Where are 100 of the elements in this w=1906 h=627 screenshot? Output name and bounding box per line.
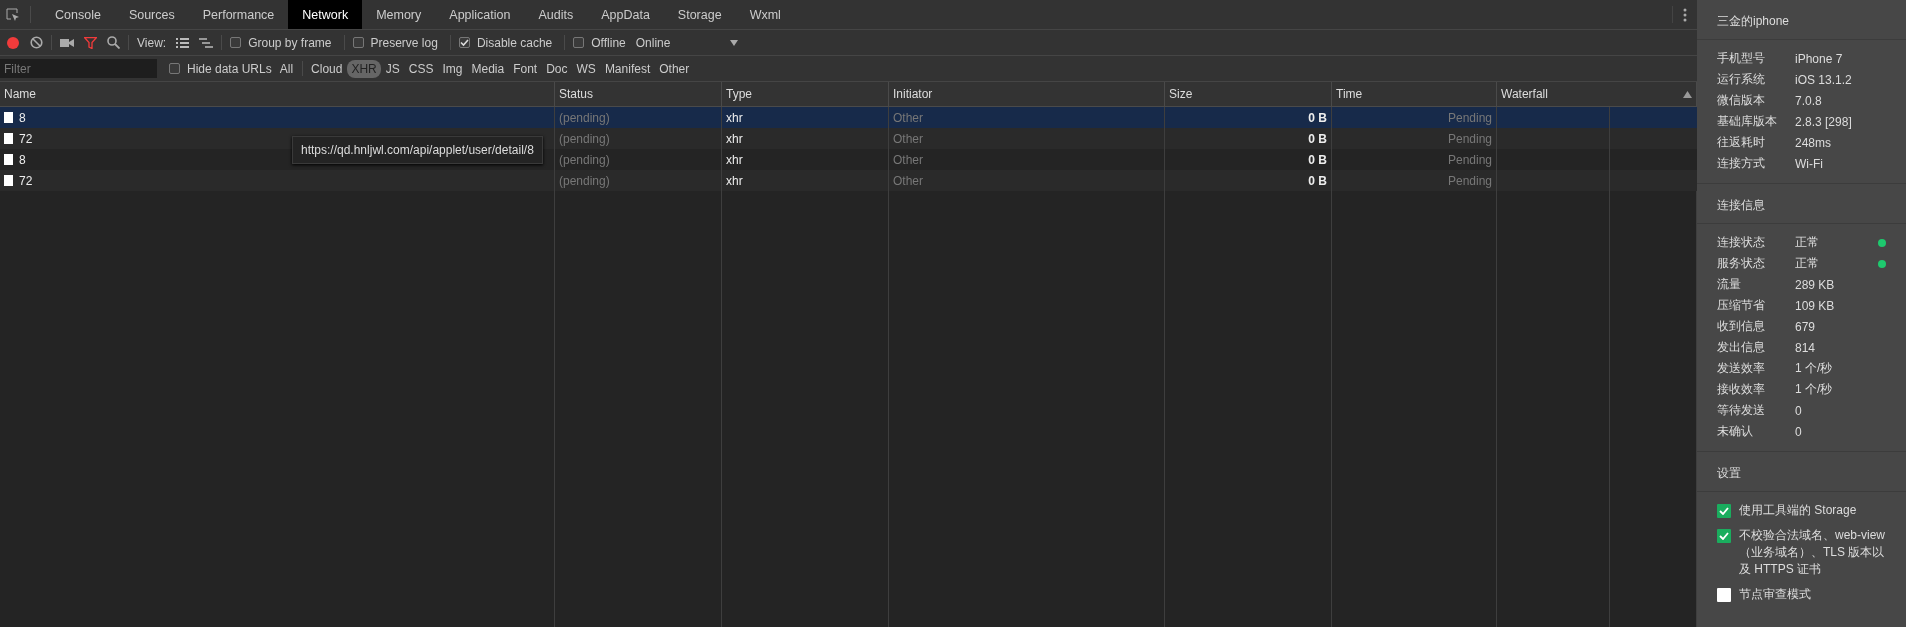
request-name[interactable]: 8 [19, 110, 26, 125]
info-label: 收到信息 [1717, 318, 1766, 335]
view-label: View: [137, 35, 167, 50]
check-icon [459, 38, 469, 47]
table-cell: Pending [1447, 110, 1492, 125]
record-icon[interactable] [6, 35, 20, 50]
table-cell: Other [893, 173, 923, 188]
request-name[interactable]: 8 [19, 152, 26, 167]
tab[interactable]: Sources [114, 0, 189, 29]
info-value: 814 [1795, 340, 1817, 355]
checkbox[interactable] [169, 63, 180, 74]
info-value: 1 个/秒 [1795, 360, 1834, 377]
device-title: 三金的iphone [1697, 0, 1906, 40]
clear-icon[interactable] [30, 36, 43, 49]
info-label: 往返耗时 [1717, 134, 1766, 151]
camera-icon[interactable] [60, 37, 74, 48]
tab[interactable]: Performance [188, 0, 289, 29]
table-cell: Pending [1447, 173, 1492, 188]
table-row[interactable]: 8 (pending) xhr Other 0 B Pending [0, 107, 1697, 128]
tab[interactable]: Wxml [735, 0, 795, 29]
checkbox[interactable] [1717, 504, 1731, 518]
info-value: 0 [1795, 424, 1803, 439]
dropdown-caret-icon[interactable] [730, 39, 739, 46]
info-value: 0 [1795, 403, 1803, 418]
info-label: 流量 [1717, 276, 1742, 293]
tab[interactable]: AppData [587, 0, 664, 29]
option-label: Preserve log [370, 35, 438, 50]
table-cell: xhr [726, 152, 743, 167]
info-value: 679 [1795, 319, 1817, 334]
tab[interactable]: Network [288, 0, 363, 29]
inspect-icon[interactable] [6, 7, 20, 22]
info-label: 接收效率 [1717, 381, 1766, 398]
info-value: Wi-Fi [1795, 156, 1824, 171]
type-filter-button[interactable]: JS [381, 59, 404, 78]
table-row[interactable]: 72 (pending) xhr Other 0 B Pending [0, 170, 1697, 191]
info-value: iOS 13.1.2 [1795, 72, 1853, 87]
tab[interactable]: Audits [524, 0, 588, 29]
option-label: Offline [591, 35, 626, 50]
info-label: 连接方式 [1717, 155, 1766, 172]
type-filter-button[interactable]: Doc [542, 59, 572, 78]
overview-icon[interactable] [199, 37, 214, 48]
tab[interactable]: Storage [663, 0, 736, 29]
info-label: 发送效率 [1717, 360, 1766, 377]
checkbox[interactable] [573, 37, 585, 48]
tab[interactable]: Console [41, 0, 115, 29]
type-filter-button[interactable]: Cloud [307, 59, 347, 78]
table-cell: xhr [726, 110, 743, 125]
checkbox[interactable] [352, 37, 364, 48]
column-header[interactable]: Initiator [893, 87, 933, 101]
info-label: 压缩节省 [1717, 297, 1766, 314]
search-icon[interactable] [107, 36, 120, 49]
type-filter-button[interactable]: Manifest [600, 59, 655, 78]
type-filter-button[interactable]: Other [655, 59, 694, 78]
request-name[interactable]: 72 [19, 131, 33, 146]
file-icon [4, 175, 13, 186]
checkbox[interactable] [1717, 529, 1731, 543]
table-cell: Pending [1447, 152, 1492, 167]
tab[interactable]: Application [435, 0, 525, 29]
info-value: 1 个/秒 [1795, 381, 1834, 398]
info-value: 2.8.3 [298] [1795, 114, 1853, 129]
sort-icon[interactable] [1683, 90, 1692, 98]
filter-field[interactable]: Filter [0, 59, 157, 78]
info-label: 基础库版本 [1717, 113, 1778, 130]
setting-label: 使用工具端的 Storage [1739, 502, 1857, 519]
column-header[interactable]: Type [726, 87, 752, 101]
column-header[interactable]: Size [1169, 87, 1193, 101]
tab[interactable]: Memory [362, 0, 436, 29]
info-label: 发出信息 [1717, 339, 1766, 356]
column-header[interactable]: Waterfall [1501, 87, 1548, 101]
more-icon[interactable] [1683, 7, 1687, 22]
info-label: 未确认 [1717, 423, 1754, 440]
filter-icon[interactable] [84, 36, 97, 49]
checkbox[interactable] [458, 37, 470, 48]
info-label: 手机型号 [1717, 50, 1766, 67]
table-cell: Other [893, 152, 923, 167]
table-cell: xhr [726, 131, 743, 146]
file-icon [4, 112, 13, 123]
table-cell: 0 B [1308, 110, 1327, 125]
column-header[interactable]: Time [1336, 87, 1363, 101]
type-filter-button[interactable]: Media [467, 59, 509, 78]
type-filter-button[interactable]: WS [572, 59, 600, 78]
setting-label: 节点审查模式 [1739, 586, 1811, 603]
option-label: Hide data URLs [187, 61, 272, 76]
info-value: 248ms [1795, 135, 1833, 150]
type-filter-button[interactable]: Img [438, 59, 467, 78]
type-filter-button[interactable]: All [275, 59, 298, 78]
type-filter-button[interactable]: CSS [404, 59, 438, 78]
info-value: iPhone 7 [1795, 51, 1844, 66]
checkbox[interactable] [230, 37, 242, 48]
table-cell: 0 B [1308, 131, 1327, 146]
column-header[interactable]: Name [4, 87, 36, 101]
throttling-select[interactable]: Online [635, 35, 671, 50]
option-label: Group by frame [248, 35, 332, 50]
request-name[interactable]: 72 [19, 173, 33, 188]
checkbox[interactable] [1717, 588, 1731, 602]
check-icon [1719, 507, 1729, 515]
type-filter-button[interactable]: Font [509, 59, 542, 78]
list-view-icon[interactable] [176, 37, 190, 48]
column-header[interactable]: Status [559, 87, 594, 101]
url-tooltip: https://qd.hnljwl.com/api/applet/user/detail/8 [292, 136, 543, 164]
